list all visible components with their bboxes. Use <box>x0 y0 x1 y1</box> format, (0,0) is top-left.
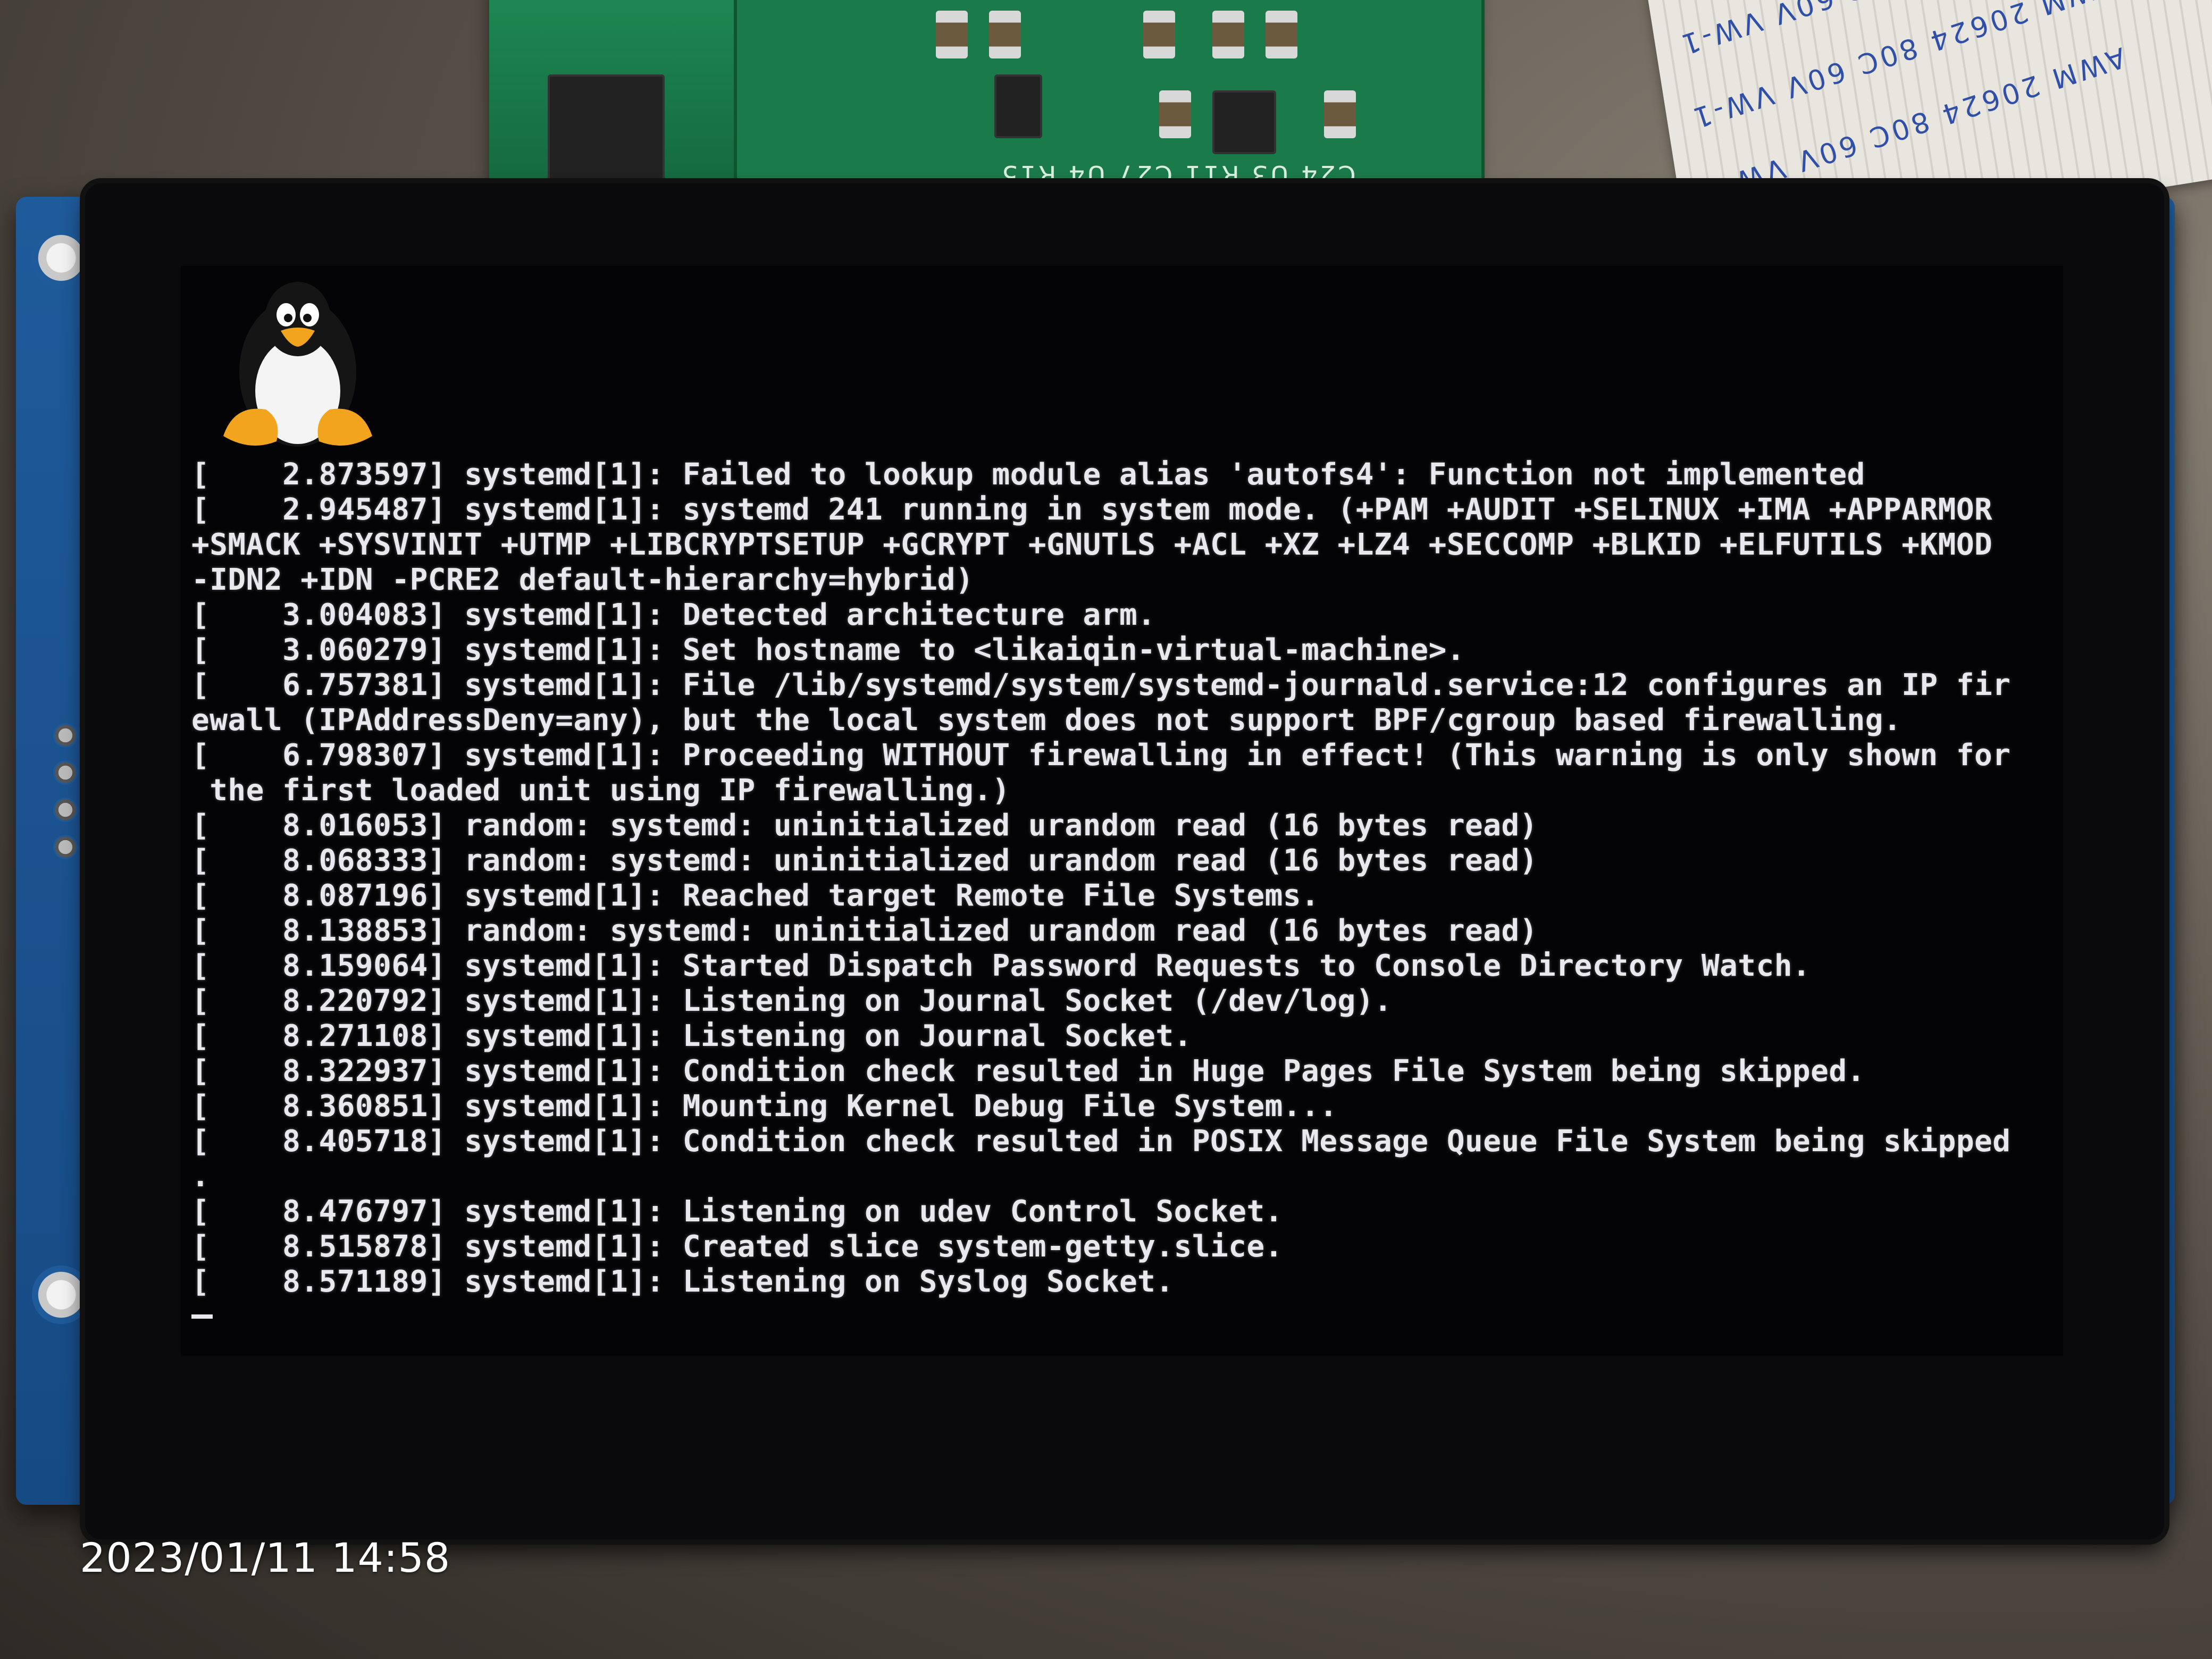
console-line: [ 3.004083] systemd[1]: Detected archite… <box>191 598 1156 632</box>
console-line: [ 2.945487] systemd[1]: systemd 241 runn… <box>191 492 1993 527</box>
pcb-component <box>1159 90 1191 138</box>
console-line: [ 6.798307] systemd[1]: Proceeding WITHO… <box>191 738 2011 773</box>
pcb-component <box>1266 11 1297 58</box>
console-line: [ 8.405718] systemd[1]: Condition check … <box>191 1124 2011 1159</box>
pcb-component <box>989 11 1021 58</box>
lcd-screen: [ 2.873597] systemd[1]: Failed to lookup… <box>181 266 2063 1356</box>
console-line: [ 8.138853] random: systemd: uninitializ… <box>191 914 1538 948</box>
pcb-chip <box>994 74 1042 138</box>
console-line: [ 8.159064] systemd[1]: Started Dispatch… <box>191 949 1811 983</box>
pcb-component <box>1212 11 1244 58</box>
console-line: [ 8.476797] systemd[1]: Listening on ude… <box>191 1194 1283 1229</box>
console-line: [ 6.757381] systemd[1]: File /lib/system… <box>191 668 2011 702</box>
pcb-component <box>1143 11 1175 58</box>
pcb-chip <box>1212 90 1276 154</box>
console-line: the first loaded unit using IP firewalli… <box>191 773 1010 808</box>
console-cursor <box>191 1314 213 1319</box>
pcb-component <box>936 11 968 58</box>
console-line: [ 8.515878] systemd[1]: Created slice sy… <box>191 1229 1283 1264</box>
tux-penguin-icon <box>223 282 372 447</box>
console-line: [ 8.068333] random: systemd: uninitializ… <box>191 843 1538 878</box>
boot-console: [ 2.873597] systemd[1]: Failed to lookup… <box>191 457 2052 1319</box>
header-pin <box>53 723 78 748</box>
mount-hole <box>32 1266 90 1324</box>
mount-hole <box>32 229 90 287</box>
console-line: +SMACK +SYSVINIT +UTMP +LIBCRYPTSETUP +G… <box>191 527 1993 562</box>
console-line: [ 8.220792] systemd[1]: Listening on Jou… <box>191 984 1393 1018</box>
console-line: [ 8.016053] random: systemd: uninitializ… <box>191 808 1538 843</box>
console-line: [ 8.087196] systemd[1]: Reached target R… <box>191 878 1320 913</box>
console-line: -IDN2 +IDN -PCRE2 default-hierarchy=hybr… <box>191 563 974 597</box>
console-line: [ 8.360851] systemd[1]: Mounting Kernel … <box>191 1089 1338 1124</box>
header-pin <box>53 760 78 785</box>
console-line: ewall (IPAddressDeny=any), but the local… <box>191 703 1902 738</box>
console-line: . <box>191 1159 210 1194</box>
photo-timestamp: 2023/01/11 14:58 <box>80 1534 451 1581</box>
pcb-component <box>1324 90 1356 138</box>
console-line: [ 8.571189] systemd[1]: Listening on Sys… <box>191 1264 1174 1299</box>
pcb-chip <box>548 74 665 181</box>
console-line: [ 8.322937] systemd[1]: Condition check … <box>191 1054 1865 1088</box>
photo: C24 U3 R11 C27 U4 R15 AWM 20624 80C 60V … <box>0 0 2212 1659</box>
console-line: [ 3.060279] systemd[1]: Set hostname to … <box>191 633 1465 667</box>
header-pin <box>53 798 78 822</box>
console-line: [ 2.873597] systemd[1]: Failed to lookup… <box>191 457 1865 492</box>
header-pin <box>53 835 78 859</box>
console-line: [ 8.271108] systemd[1]: Listening on Jou… <box>191 1019 1192 1053</box>
